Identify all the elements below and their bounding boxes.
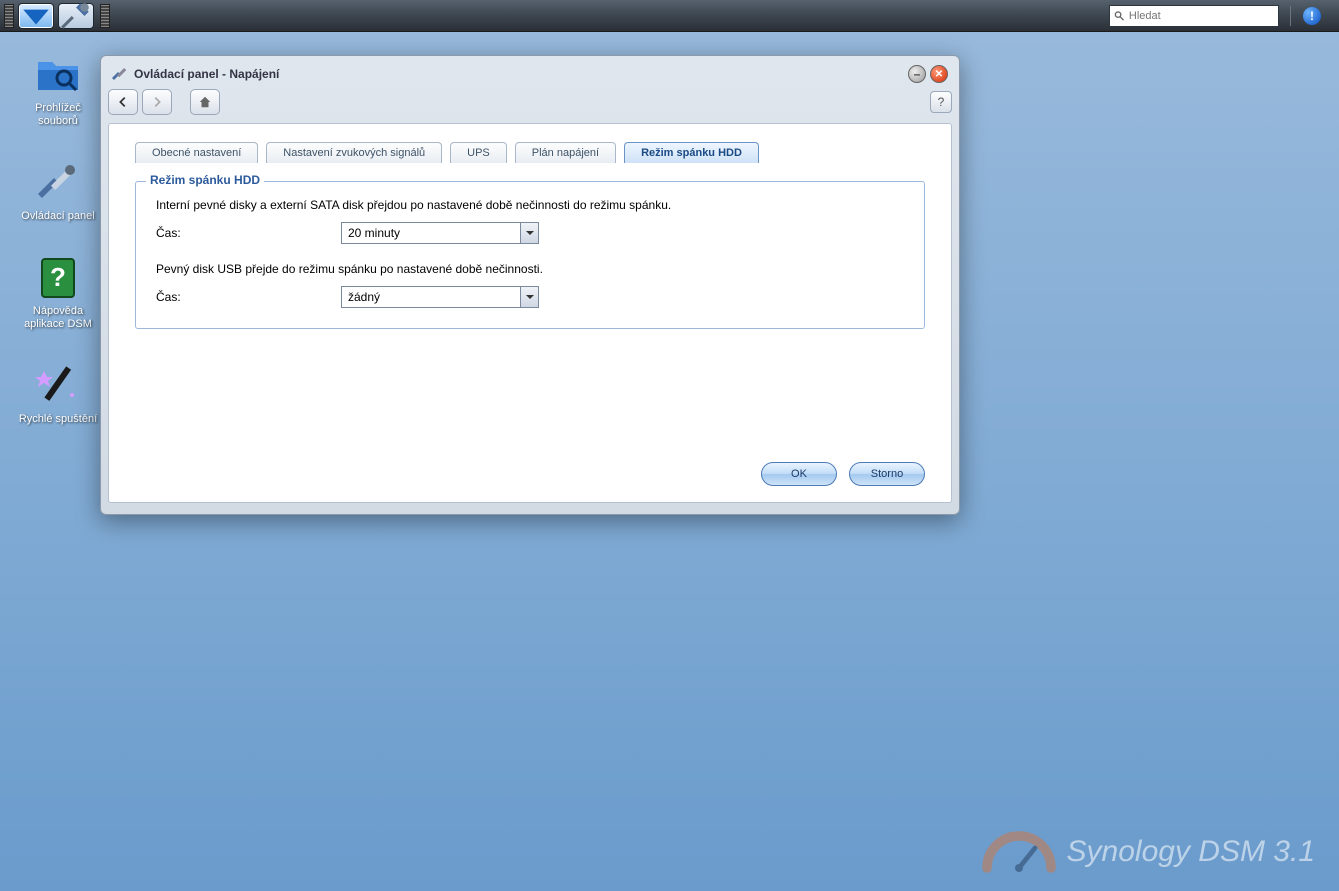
taskbar-handle-right[interactable] <box>100 4 110 28</box>
search-icon <box>1114 10 1125 22</box>
window-content: Obecné nastavení Nastavení zvukových sig… <box>108 123 952 503</box>
select-value: žádný <box>342 290 520 304</box>
taskbar: ! <box>0 0 1339 32</box>
taskbar-show-desktop-button[interactable] <box>18 3 54 29</box>
control-panel-icon <box>112 66 128 82</box>
folder-search-icon <box>34 50 82 98</box>
taskbar-tools-button[interactable] <box>58 3 94 29</box>
usb-time-row: Čas: žádný <box>156 286 904 308</box>
tab-ups[interactable]: UPS <box>450 142 507 163</box>
svg-text:?: ? <box>50 262 66 292</box>
time-label: Čas: <box>156 226 341 240</box>
watermark-text: Synology DSM 3.1 <box>1067 835 1315 869</box>
usb-time-select[interactable]: žádný <box>341 286 539 308</box>
select-value: 20 minuty <box>342 226 520 240</box>
close-button[interactable] <box>930 65 948 83</box>
watermark: Synology DSM 3.1 <box>979 827 1315 877</box>
help-book-icon: ? <box>34 253 82 301</box>
chevron-down-icon <box>19 0 53 33</box>
desktop-label: Rychlé spuštění <box>19 413 97 426</box>
desktop-label: Prohlížeč souborů <box>18 102 98 128</box>
dialog-buttons: OK Storno <box>761 462 925 486</box>
info-button[interactable]: ! <box>1303 7 1321 25</box>
fieldset-legend: Režim spánku HDD <box>146 173 264 187</box>
hdd-hibernation-fieldset: Režim spánku HDD Interní pevné disky a e… <box>135 181 925 329</box>
control-panel-window: Ovládací panel - Napájení ? Obecné nasta… <box>100 55 960 515</box>
window-titlebar[interactable]: Ovládací panel - Napájení <box>108 63 952 85</box>
ok-button[interactable]: OK <box>761 462 837 486</box>
usb-disk-description: Pevný disk USB přejde do režimu spánku p… <box>156 262 904 276</box>
chevron-down-icon <box>520 287 538 307</box>
home-icon <box>198 95 212 109</box>
forward-button[interactable] <box>142 89 172 115</box>
desktop-icon-help[interactable]: ? Nápověda aplikace DSM <box>18 253 98 331</box>
desktop-icon-quick-start[interactable]: Rychlé spuštění <box>18 361 98 426</box>
chevron-down-icon <box>520 223 538 243</box>
tab-hdd-hibernation[interactable]: Režim spánku HDD <box>624 142 759 163</box>
tab-beep[interactable]: Nastavení zvukových signálů <box>266 142 442 163</box>
taskbar-handle-left[interactable] <box>4 4 14 28</box>
time-label: Čas: <box>156 290 341 304</box>
tab-power-schedule[interactable]: Plán napájení <box>515 142 616 163</box>
tab-general[interactable]: Obecné nastavení <box>135 142 258 163</box>
help-button[interactable]: ? <box>930 91 952 113</box>
back-button[interactable] <box>108 89 138 115</box>
desktop-icon-control-panel[interactable]: Ovládací panel <box>18 158 98 223</box>
wrench-screwdriver-icon <box>59 0 93 33</box>
home-button[interactable] <box>190 89 220 115</box>
internal-time-row: Čas: 20 minuty <box>156 222 904 244</box>
minimize-button[interactable] <box>908 65 926 83</box>
tabs: Obecné nastavení Nastavení zvukových sig… <box>135 142 925 163</box>
wand-icon <box>34 361 82 409</box>
desktop-label: Ovládací panel <box>21 210 94 223</box>
desktop-icon-file-browser[interactable]: Prohlížeč souborů <box>18 50 98 128</box>
gauge-icon <box>979 827 1059 877</box>
internal-disk-description: Interní pevné disky a externí SATA disk … <box>156 198 904 212</box>
window-toolbar: ? <box>108 87 952 117</box>
search-input[interactable] <box>1129 10 1274 22</box>
window-title: Ovládací panel - Napájení <box>134 67 279 81</box>
taskbar-separator <box>1290 6 1291 26</box>
cancel-button[interactable]: Storno <box>849 462 925 486</box>
desktop-label: Nápověda aplikace DSM <box>18 305 98 331</box>
arrow-left-icon <box>116 95 130 109</box>
search-box[interactable] <box>1109 5 1279 27</box>
internal-time-select[interactable]: 20 minuty <box>341 222 539 244</box>
arrow-right-icon <box>150 95 164 109</box>
desktop-icons: Prohlížeč souborů Ovládací panel ? Nápov… <box>18 50 98 426</box>
wrench-screwdriver-icon <box>34 158 82 206</box>
